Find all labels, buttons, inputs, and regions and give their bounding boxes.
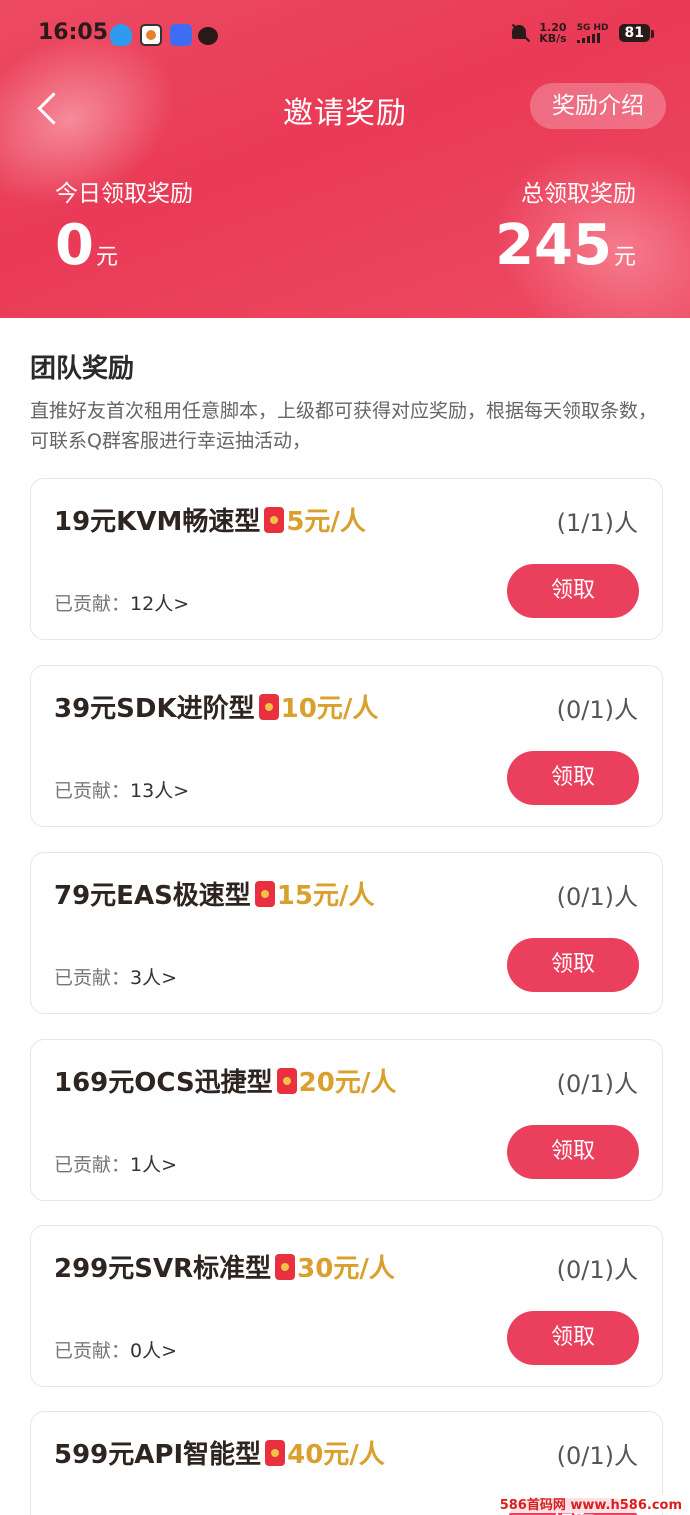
reward-card: 169元OCS迅捷型 20元/人 (0/1)人 已贡献：1人> 领取 bbox=[30, 1039, 663, 1201]
network-speed: 1.20 KB/s bbox=[539, 22, 566, 44]
reward-card: 39元SDK进阶型 10元/人 (0/1)人 已贡献：13人> 领取 bbox=[30, 665, 663, 827]
red-envelope-icon bbox=[275, 1253, 296, 1280]
status-bar: 16:05 1.20 KB/s 5G HD 81 bbox=[0, 0, 690, 72]
total-reward-stat: 总领取奖励 245元 bbox=[495, 178, 636, 276]
quota-count: (0/1)人 bbox=[556, 1442, 638, 1470]
contributed-link[interactable]: 已贡献：1人> bbox=[54, 1150, 177, 1177]
today-reward-label: 今日领取奖励 bbox=[55, 181, 193, 207]
red-envelope-icon bbox=[254, 880, 275, 907]
quota-count: (0/1)人 bbox=[556, 696, 638, 724]
total-reward-value: 245元 bbox=[495, 216, 636, 276]
reward-card: 19元KVM畅速型 5元/人 (1/1)人 已贡献：12人> 领取 bbox=[30, 478, 663, 640]
reward-card: 299元SVR标准型 30元/人 (0/1)人 已贡献：0人> 领取 bbox=[30, 1225, 663, 1387]
red-envelope-icon bbox=[276, 1067, 297, 1094]
main-content: 团队奖励 直推好友首次租用任意脚本，上级都可获得对应奖励，根据每天领取条数，可联… bbox=[0, 318, 690, 1515]
contributed-link[interactable]: 已贡献：0人> bbox=[54, 1336, 177, 1363]
claim-button[interactable]: 领取 bbox=[507, 564, 639, 618]
site-watermark: 586首码网 www.h586.com bbox=[495, 1494, 686, 1513]
signal-indicator: 5G HD bbox=[576, 23, 609, 43]
today-reward-stat: 今日领取奖励 0元 bbox=[55, 178, 193, 276]
message-app-icon bbox=[170, 24, 192, 46]
red-envelope-icon bbox=[258, 693, 279, 720]
claim-button[interactable]: 领取 bbox=[507, 1125, 639, 1179]
quota-count: (0/1)人 bbox=[556, 883, 638, 911]
quota-count: (0/1)人 bbox=[556, 1256, 638, 1284]
status-right: 1.20 KB/s 5G HD 81 bbox=[509, 22, 655, 44]
header-banner: 16:05 1.20 KB/s 5G HD 81 邀请奖励 奖励介绍 今日领取奖… bbox=[0, 0, 690, 318]
today-reward-unit: 元 bbox=[95, 245, 118, 270]
status-time: 16:05 bbox=[38, 20, 109, 45]
signal-bars-icon bbox=[576, 33, 609, 43]
quota-count: (1/1)人 bbox=[556, 509, 638, 537]
network-speed-unit: KB/s bbox=[539, 32, 567, 45]
contributed-count: 0人> bbox=[130, 1340, 178, 1362]
contributed-label: 已贡献： bbox=[54, 593, 131, 615]
claim-button[interactable]: 领取 bbox=[507, 938, 639, 992]
contributed-count: 1人> bbox=[130, 1154, 178, 1176]
plan-name: 79元EAS极速型 bbox=[54, 881, 251, 911]
today-reward-value: 0元 bbox=[55, 216, 193, 276]
plan-name-row: 79元EAS极速型 15元/人 bbox=[54, 875, 374, 912]
app-notification-icon bbox=[140, 24, 162, 46]
section-description: 直推好友首次租用任意脚本，上级都可获得对应奖励，根据每天领取条数，可联系Q群客服… bbox=[30, 400, 658, 452]
claim-button[interactable]: 领取 bbox=[507, 751, 639, 805]
battery-indicator: 81 bbox=[618, 24, 655, 42]
plan-name-row: 19元KVM畅速型 5元/人 bbox=[54, 501, 366, 538]
red-envelope-icon bbox=[265, 1439, 286, 1466]
contributed-label: 已贡献： bbox=[54, 780, 131, 802]
bell-off-icon bbox=[509, 22, 529, 44]
total-reward-unit: 元 bbox=[613, 245, 636, 270]
reward-per-person: 20元/人 bbox=[298, 1068, 397, 1098]
total-reward-label: 总领取奖励 bbox=[521, 181, 636, 207]
plan-name: 39元SDK进阶型 bbox=[54, 694, 255, 724]
wechat-icon bbox=[198, 27, 218, 45]
plan-name-row: 299元SVR标准型 30元/人 bbox=[54, 1248, 395, 1285]
reward-per-person: 10元/人 bbox=[280, 694, 379, 724]
reward-intro-button[interactable]: 奖励介绍 bbox=[530, 83, 666, 129]
contributed-label: 已贡献： bbox=[54, 1154, 131, 1176]
plan-name: 599元API智能型 bbox=[54, 1440, 262, 1470]
network-type: 5G HD bbox=[576, 23, 609, 33]
contributed-link[interactable]: 已贡献：3人> bbox=[54, 963, 177, 990]
claim-button[interactable]: 领取 bbox=[507, 1311, 639, 1365]
contributed-count: 3人> bbox=[130, 967, 178, 989]
contributed-label: 已贡献： bbox=[54, 1340, 131, 1362]
contributed-link[interactable]: 已贡献：12人> bbox=[54, 589, 189, 616]
contributed-label: 已贡献： bbox=[54, 967, 131, 989]
reward-per-person: 40元/人 bbox=[287, 1440, 385, 1470]
plan-name-row: 599元API智能型 40元/人 bbox=[54, 1434, 385, 1471]
reward-per-person: 30元/人 bbox=[297, 1254, 395, 1284]
contributed-count: 12人> bbox=[130, 593, 190, 615]
today-reward-amount: 0 bbox=[55, 213, 94, 278]
contributed-count: 13人> bbox=[130, 780, 190, 802]
plan-name: 19元KVM畅速型 bbox=[54, 507, 261, 537]
section-title: 团队奖励 bbox=[30, 354, 135, 384]
red-envelope-icon bbox=[264, 506, 285, 533]
quota-count: (0/1)人 bbox=[556, 1070, 638, 1098]
reward-per-person: 5元/人 bbox=[286, 507, 366, 537]
qq-icon bbox=[110, 24, 132, 46]
plan-name-row: 169元OCS迅捷型 20元/人 bbox=[54, 1062, 396, 1099]
reward-card: 79元EAS极速型 15元/人 (0/1)人 已贡献：3人> 领取 bbox=[30, 852, 663, 1014]
reward-per-person: 15元/人 bbox=[276, 881, 375, 911]
total-reward-amount: 245 bbox=[495, 213, 612, 278]
plan-name: 299元SVR标准型 bbox=[54, 1254, 272, 1284]
plan-name: 169元OCS迅捷型 bbox=[54, 1068, 273, 1098]
plan-name-row: 39元SDK进阶型 10元/人 bbox=[54, 688, 378, 725]
contributed-link[interactable]: 已贡献：13人> bbox=[54, 776, 189, 803]
nav-bar: 邀请奖励 奖励介绍 bbox=[0, 80, 690, 136]
